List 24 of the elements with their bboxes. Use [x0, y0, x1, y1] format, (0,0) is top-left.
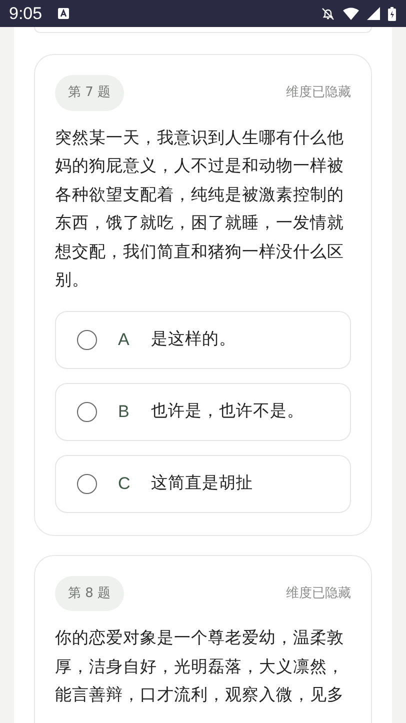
notification-icon: [58, 8, 70, 19]
question-text: 你的恋爱对象是一个尊老爱幼，温柔敦厚，洁身自好，光明磊落，大义凛然，能言善辩，口才流利，观察入微，见多: [55, 627, 345, 706]
battery-icon: [388, 6, 396, 20]
radio-button[interactable]: [77, 474, 97, 494]
option-letter: A: [118, 328, 130, 351]
question-number: 第 7 题: [55, 75, 124, 110]
option-text: 这简直是胡扯: [151, 472, 253, 494]
signal-icon: [367, 7, 380, 20]
answer-option[interactable]: C 这简直是胡扯: [55, 454, 351, 512]
option-text: 是这样的。: [151, 328, 236, 350]
bell-off-icon: [321, 6, 335, 20]
answer-option[interactable]: B 也许是，也许不是。: [55, 382, 351, 440]
answer-option[interactable]: A 是这样的。: [55, 310, 351, 368]
wifi-icon: [343, 7, 359, 20]
dimension-label: 维度已隐藏: [286, 84, 351, 102]
question-text: 突然某一天，我意识到人生哪有什么他妈的狗屁意义，人不过是和动物一样被各种欲望支配着，纯纯是被激素控制的东西，饿了就吃，困了就睡，一发情就想交配，我们简直和猪狗一样没什么区别。: [55, 126, 345, 291]
option-letter: C: [118, 472, 132, 495]
option-text: 也许是，也许不是。: [151, 400, 304, 422]
radio-button[interactable]: [77, 402, 97, 422]
status-time: 9:05: [9, 2, 42, 25]
option-letter: B: [118, 400, 130, 423]
radio-button[interactable]: [77, 330, 97, 350]
dimension-label: 维度已隐藏: [286, 584, 351, 602]
question-number: 第 8 题: [55, 576, 124, 611]
